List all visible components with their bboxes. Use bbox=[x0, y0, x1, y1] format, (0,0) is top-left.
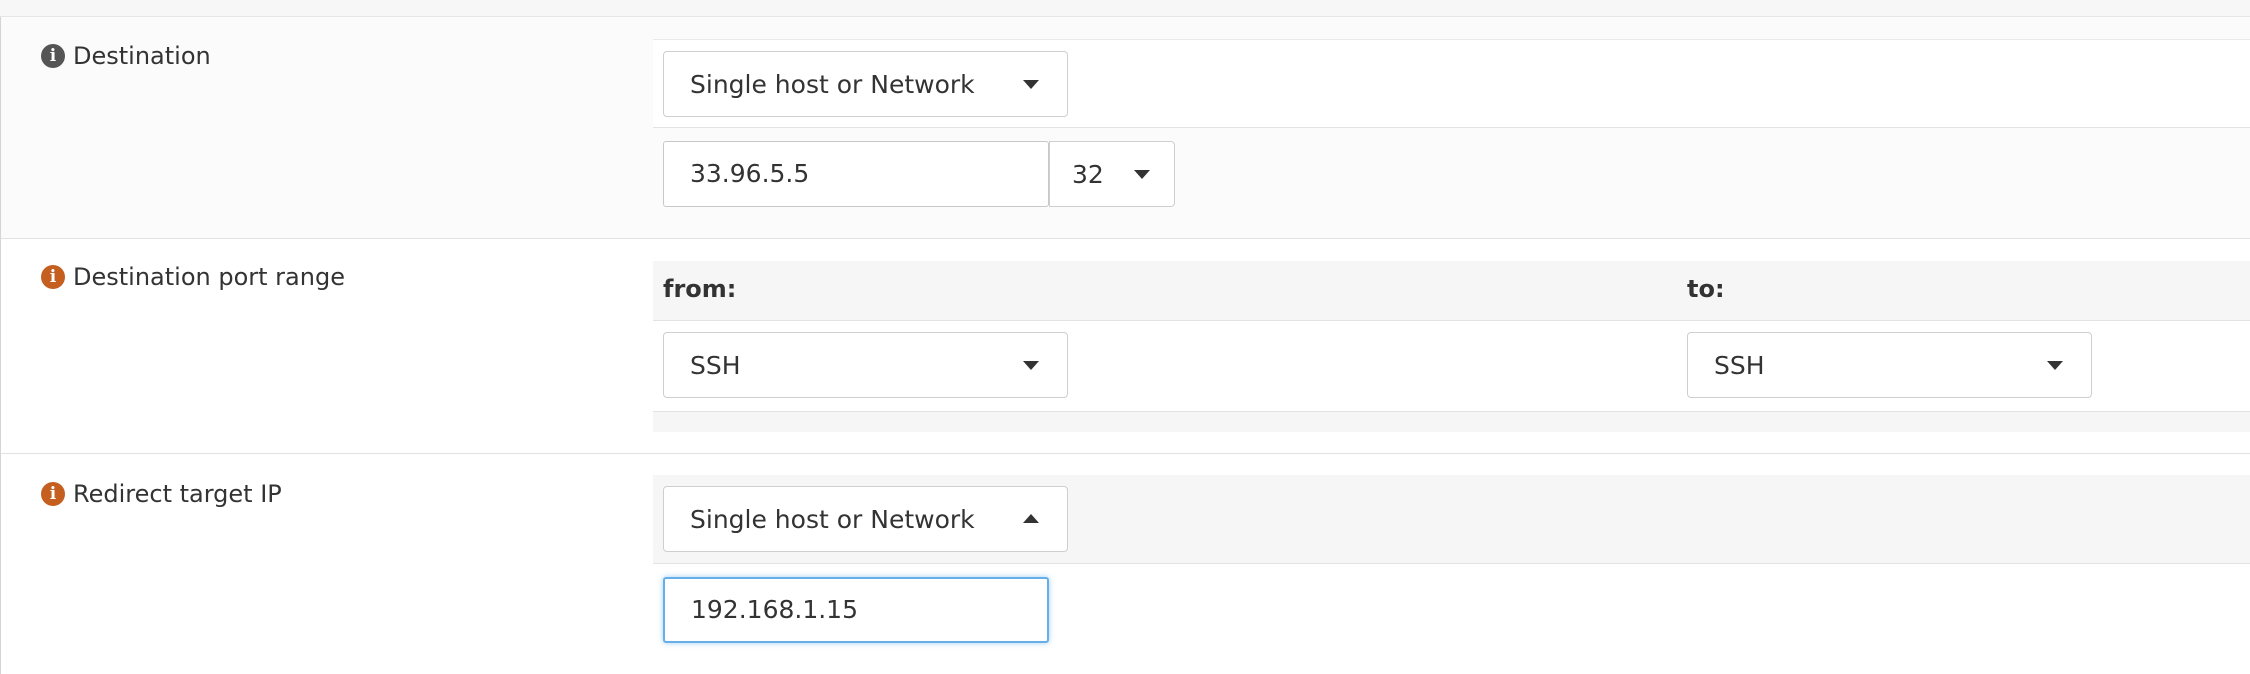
destination-type-select[interactable]: Single host or Network bbox=[663, 51, 1068, 117]
divider bbox=[653, 411, 2250, 412]
redirect-label: i Redirect target IP bbox=[41, 480, 282, 508]
from-label: from: bbox=[663, 275, 737, 303]
destination-label-text: Destination bbox=[73, 42, 211, 70]
port-range-row: i Destination port range from: to: SSH S… bbox=[0, 239, 2250, 454]
redirect-label-text: Redirect target IP bbox=[73, 480, 282, 508]
redirect-type-band: Single host or Network bbox=[653, 475, 2250, 564]
port-range-label: i Destination port range bbox=[41, 263, 345, 291]
redirect-type-select[interactable]: Single host or Network bbox=[663, 486, 1068, 552]
chevron-down-icon bbox=[1023, 361, 1039, 370]
destination-mask-select[interactable]: 32 bbox=[1049, 141, 1175, 207]
info-icon[interactable]: i bbox=[41, 44, 65, 68]
port-to-select[interactable]: SSH bbox=[1687, 332, 2092, 398]
destination-label: i Destination bbox=[41, 42, 211, 70]
chevron-down-icon bbox=[1023, 80, 1039, 89]
redirect-address-value: 192.168.1.15 bbox=[691, 595, 858, 624]
chevron-down-icon bbox=[1134, 170, 1150, 179]
top-divider bbox=[0, 0, 2250, 17]
destination-row: i Destination Single host or Network 33.… bbox=[0, 17, 2250, 239]
destination-type-value: Single host or Network bbox=[690, 69, 975, 99]
redirect-row: i Redirect target IP Single host or Netw… bbox=[0, 454, 2250, 674]
destination-address-value: 33.96.5.5 bbox=[690, 159, 810, 188]
port-range-label-text: Destination port range bbox=[73, 263, 345, 291]
chevron-down-icon bbox=[2047, 361, 2063, 370]
destination-type-band: Single host or Network bbox=[653, 39, 2250, 128]
destination-address-input[interactable]: 33.96.5.5 bbox=[663, 141, 1049, 207]
chevron-up-icon bbox=[1023, 514, 1039, 523]
to-label: to: bbox=[1687, 275, 1725, 303]
info-icon[interactable]: i bbox=[41, 265, 65, 289]
destination-mask-value: 32 bbox=[1072, 159, 1104, 189]
port-from-select[interactable]: SSH bbox=[663, 332, 1068, 398]
redirect-address-input[interactable]: 192.168.1.15 bbox=[663, 577, 1049, 643]
info-icon[interactable]: i bbox=[41, 482, 65, 506]
port-to-value: SSH bbox=[1714, 350, 1765, 380]
redirect-type-value: Single host or Network bbox=[690, 504, 975, 534]
port-from-value: SSH bbox=[690, 350, 741, 380]
